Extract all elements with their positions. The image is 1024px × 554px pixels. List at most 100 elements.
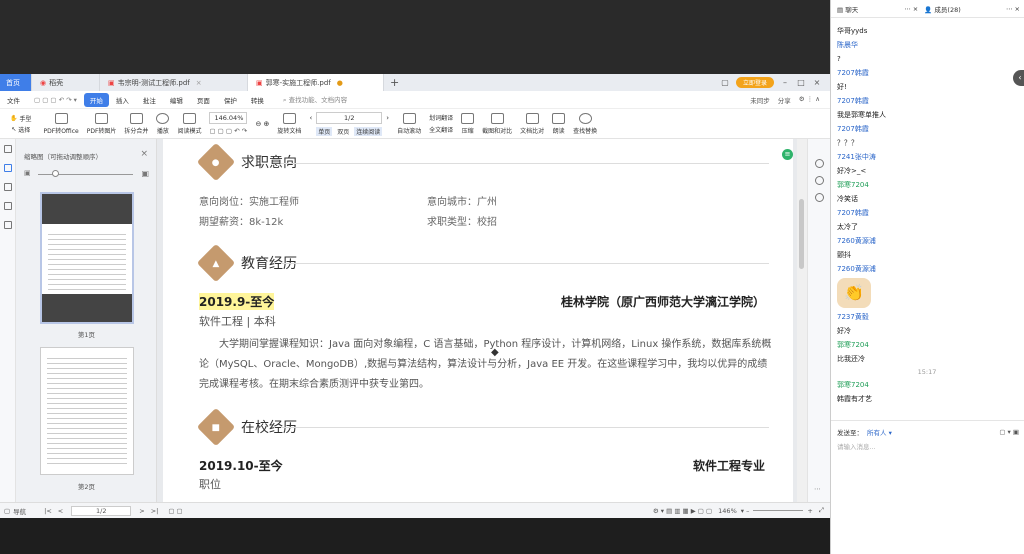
close-icon[interactable]: × [140, 149, 148, 159]
view-icons[interactable]: ▢ ▢ ▢ ↶ ↷ [209, 127, 247, 135]
menu-insert[interactable]: 插入 [109, 95, 136, 105]
menu-protect[interactable]: 保护 [217, 95, 244, 105]
settings-icon[interactable] [814, 193, 824, 202]
read-aloud-icon [552, 112, 566, 124]
status-page-input[interactable]: 1/2 [71, 505, 132, 516]
more-dots-icon[interactable]: ⋯ [814, 485, 821, 493]
maximize-button[interactable]: □ [796, 78, 806, 88]
split-merge-button[interactable]: 拆分合并 [120, 110, 152, 138]
thumbnail-page-2[interactable] [40, 347, 134, 475]
menu-convert[interactable]: 转换 [244, 95, 271, 105]
compare-button[interactable]: 文档比对 [516, 110, 548, 138]
close-tab-icon[interactable]: × [196, 79, 202, 87]
minimize-button[interactable]: – [780, 78, 790, 88]
unsaved-dot-icon: ● [336, 78, 343, 87]
tab-doc-2[interactable]: ▣ 郭寒-实施工程师.pdf ● [248, 74, 384, 91]
thumbnail-icon[interactable] [3, 164, 12, 172]
fit-icons[interactable]: ▢ ▢ [168, 507, 182, 515]
menu-page[interactable]: 页面 [190, 95, 217, 105]
share-button[interactable]: 分享 [778, 95, 791, 105]
screenshot-button[interactable]: 截图和对比 [478, 110, 516, 138]
chat-message-text: 韩霞有才艺 [837, 395, 872, 403]
auto-scroll-button[interactable]: 自动滚动 [393, 110, 425, 138]
first-page-icon[interactable]: |< [44, 507, 52, 515]
tab-home[interactable]: 首页 [0, 74, 32, 91]
read-mode-button[interactable]: 阅读模式 [173, 110, 205, 138]
chat-more-icon[interactable]: ⋯ × [904, 5, 918, 13]
menu-edit[interactable]: 编辑 [163, 95, 190, 105]
play-button[interactable]: 播放 [152, 110, 173, 138]
slider-knob[interactable] [52, 170, 59, 177]
select-tool-button[interactable]: ↖ 选择 [6, 125, 36, 134]
single-page-button[interactable]: 单页 [316, 126, 333, 136]
more-icon[interactable]: ⚙ ⋮ ∧ [799, 95, 820, 105]
message-input[interactable]: 请输入消息... [831, 437, 1024, 455]
menu-file[interactable]: 文件 [0, 95, 27, 105]
rotate-button[interactable]: 旋转文档 [273, 110, 305, 138]
next-page-icon[interactable]: › [386, 114, 389, 122]
document-badge-icon[interactable]: ≡ [782, 149, 793, 160]
collapse-chat-button[interactable]: ‹ [1013, 70, 1024, 86]
nav-icon[interactable]: ▢ [4, 507, 10, 515]
compress-button[interactable]: 压缩 [457, 110, 478, 138]
page-mode-row: 单页 双页 连续阅读 [316, 126, 383, 136]
view-mode-icons[interactable]: ⚙ ▾ ▤ ▥ ▦ ▶ ▢ ▢ [653, 507, 712, 515]
login-button[interactable]: 立即登录 [735, 77, 774, 88]
find-replace-icon [578, 112, 592, 124]
continuous-button[interactable]: 连续阅读 [354, 126, 383, 136]
read-aloud-button[interactable]: 朗读 [548, 110, 569, 138]
fullscreen-icon[interactable]: ⤢ [819, 506, 824, 515]
window-icon[interactable]: ▢ [720, 78, 730, 88]
last-page-icon[interactable]: >| [151, 507, 159, 515]
search-input[interactable]: ⌕ 查找功能、文档内容 [283, 94, 347, 105]
menu-comment[interactable]: 批注 [136, 95, 163, 105]
next-page-icon[interactable]: > [139, 507, 144, 515]
pdf-to-image-button[interactable]: PDF转图片 [83, 110, 121, 138]
thumbnail-page-1[interactable] [40, 192, 134, 324]
new-tab-button[interactable]: + [390, 76, 399, 89]
zoom-input[interactable]: 146.04% [209, 112, 248, 124]
screenshot-icon [490, 112, 504, 124]
hand-tool-button[interactable]: ✋ 手型 [6, 114, 36, 123]
pdf-to-office-button[interactable]: PDF转Office [40, 110, 83, 138]
comment-icon[interactable] [3, 183, 12, 191]
scroll-thumb[interactable] [799, 199, 804, 269]
send-target-select[interactable]: 所有人 ▾ [867, 427, 892, 437]
rotate-icon [282, 112, 296, 124]
vertical-scrollbar[interactable] [797, 139, 807, 502]
attachment-icon[interactable] [3, 202, 12, 210]
page-input[interactable]: 1/2 [316, 111, 383, 124]
tab-members[interactable]: 👤 成员(28) [918, 4, 967, 14]
read-mode-icon [182, 112, 196, 124]
status-zoom[interactable]: 146% [718, 507, 737, 515]
nav-label[interactable]: 导航 [13, 506, 26, 516]
menu-quick-icons[interactable]: ▢ ▢ ▢ ↶ ↷ ▾ [27, 96, 84, 104]
zoom-plus-icon[interactable]: + [807, 507, 812, 515]
tab-docer[interactable]: ◉ 稻壳 [32, 74, 100, 91]
thumb-size-slider[interactable]: ▣ ▣ [24, 169, 149, 179]
stamp-icon[interactable] [3, 221, 12, 229]
thumb-body-lines [48, 230, 126, 290]
zoom-out-icon[interactable]: ⊖ ⊕ [255, 120, 269, 128]
find-replace-button[interactable]: 查找替换 [569, 110, 601, 138]
members-more-icon[interactable]: ⋯ × [1006, 5, 1024, 13]
close-window-button[interactable]: × [812, 78, 822, 88]
chat-sender-name: 7241张中涛 [837, 153, 876, 161]
word-translate-button[interactable]: 划词翻译 [429, 113, 453, 122]
chat-message-text: 比我还冷 [837, 355, 865, 363]
prev-page-icon[interactable]: ‹ [309, 114, 312, 122]
bookmark-icon[interactable] [3, 145, 12, 153]
sync-status[interactable]: 未同步 [750, 95, 770, 105]
zoom-icon[interactable] [814, 159, 824, 168]
full-translate-button[interactable]: 全文翻译 [429, 125, 453, 134]
double-page-button[interactable]: 双页 [337, 127, 349, 136]
zoom-minus-icon[interactable]: ▾ – [741, 507, 750, 515]
prev-page-icon[interactable]: < [58, 507, 63, 515]
chat-toolbar-icons[interactable]: ▢ ▾ ▣ [999, 428, 1019, 436]
help-icon[interactable] [814, 176, 824, 185]
zoom-slider[interactable] [753, 510, 804, 511]
menu-start[interactable]: 开始 [83, 92, 109, 107]
tab-doc-1[interactable]: ▣ 韦宗明-测试工程师.pdf × [100, 74, 248, 91]
tab-chat-label: 聊天 [845, 5, 859, 14]
tab-chat[interactable]: ▤ 聊天 [831, 4, 864, 14]
